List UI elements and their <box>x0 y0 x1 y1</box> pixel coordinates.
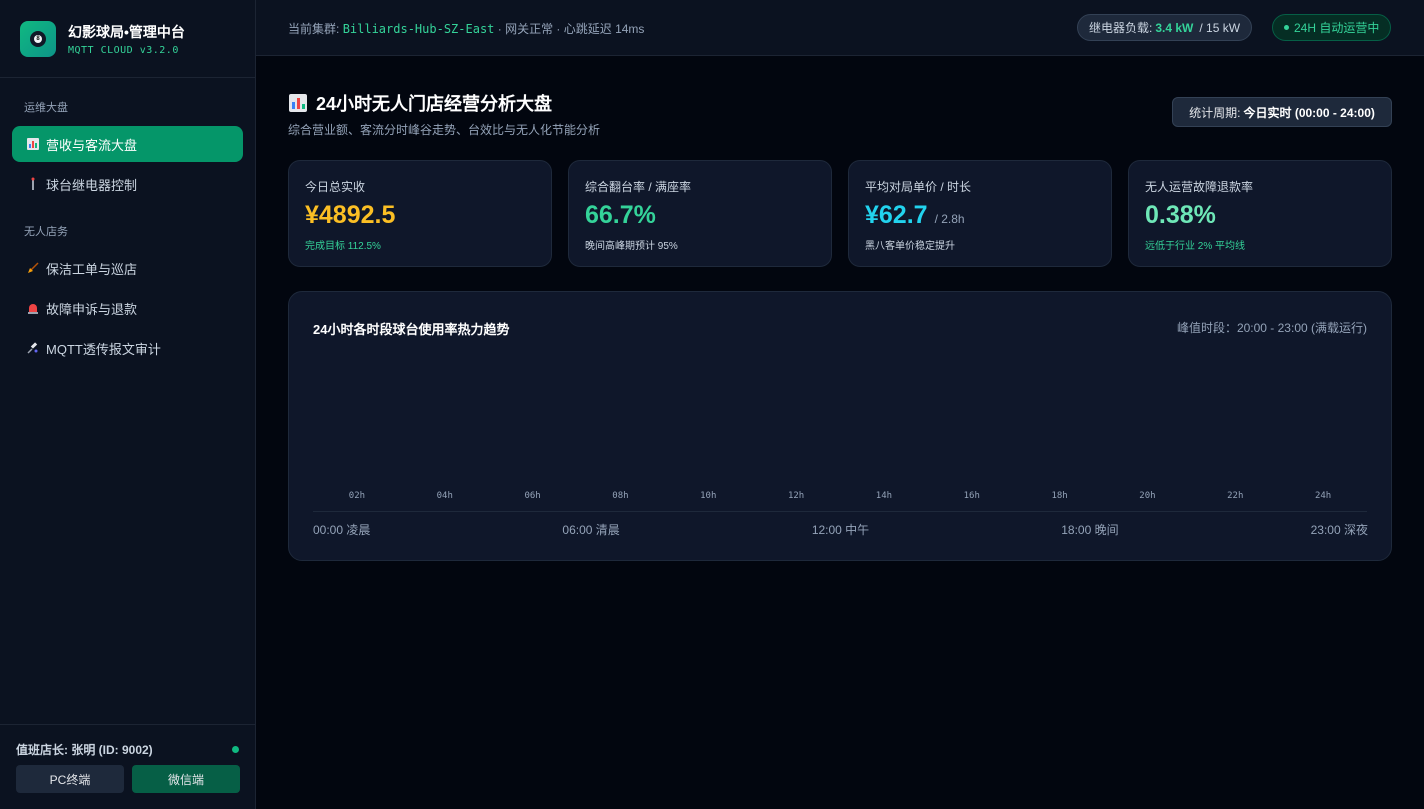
relay-load-capacity: / 15 kW <box>1199 20 1241 35</box>
period-label-item: 06:00 清晨 <box>562 523 620 537</box>
kpi-card-turnover: 综合翻台率 / 满座率 66.7% 晚间高峰期预计 95% <box>568 160 832 267</box>
peak-period: 峰值时段：20:00 - 23:00 (满载运行) <box>1176 321 1367 335</box>
period-label-item: 00:00 凌晨 <box>313 523 371 537</box>
period-label-item: 12:00 中午 <box>811 523 870 537</box>
hour-tick-label: 16h <box>963 491 980 501</box>
wechat-terminal-button[interactable]: 微信端 <box>132 765 240 793</box>
satellite-icon <box>26 342 40 354</box>
hour-tick-label: 02h <box>348 491 366 501</box>
hour-tick-label: 14h <box>875 491 893 501</box>
sidebar-item-fault[interactable]: 故障申诉与退款 <box>12 290 243 326</box>
period-labels: 00:00 凌晨 06:00 清晨 12:00 中午 18:00 晚间 23:0… <box>313 521 1368 538</box>
sidebar-item-label: 营收与客流大盘 <box>46 137 138 153</box>
sidebar-item-label: 球台继电器控制 <box>46 177 138 193</box>
kpi-label: 平均对局单价 / 时长 <box>865 180 972 194</box>
broom-icon <box>26 262 40 274</box>
kpi-card-refund-rate: 无人运营故障退款率 0.38% 远低于行业 2% 平均线 <box>1128 160 1392 267</box>
section-label-store: 无人店务 <box>24 226 68 238</box>
relay-load-label: 继电器负载: <box>1089 21 1153 35</box>
page-title: 24小时无人门店经营分析大盘 <box>289 90 552 116</box>
period-selector[interactable]: 统计周期: 今日实时 (00:00 - 24:00) <box>1172 97 1392 127</box>
kpi-label: 无人运营故障退款率 <box>1145 180 1254 194</box>
page-title-text: 24小时无人门店经营分析大盘 <box>316 94 553 114</box>
period-value: 今日实时 (00:00 - 24:00) <box>1243 105 1375 120</box>
kpi-value: 0.38% <box>1145 201 1216 229</box>
eight-ball-logo-icon: 8 <box>20 20 56 57</box>
sidebar-item-label: 保洁工单与巡店 <box>46 261 138 277</box>
sidebar-item-label: 故障申诉与退款 <box>46 301 138 317</box>
cluster-name: Billiards-Hub-SZ-East <box>342 22 495 36</box>
hour-tick-labels: 02h 04h 06h 08h 10h 12h 14h 16h 18h 20h 22h 24h <box>313 491 1367 503</box>
sidebar-item-cleaning[interactable]: 保洁工单与巡店 <box>12 250 243 286</box>
cluster-info: 当前集群: Billiards-Hub-SZ-East · 网关正常 · 心跳延… <box>288 20 644 37</box>
kpi-value: ¥4892.5 <box>305 201 396 229</box>
section-label-ops: 运维大盘 <box>24 102 68 114</box>
kpi-card-revenue: 今日总实收 ¥4892.5 完成目标 112.5% <box>288 160 552 267</box>
sidebar-item-relay[interactable]: 球台继电器控制 <box>12 166 243 202</box>
relay-load-value: 3.4 kW <box>1155 20 1194 35</box>
period-label-item: 23:00 深夜 <box>1310 523 1368 537</box>
auto-operation-label: 24H 自动运营中 <box>1294 21 1380 35</box>
bar-chart-icon <box>26 138 40 150</box>
sidebar-item-mqtt-audit[interactable]: MQTT透传报文审计 <box>12 330 243 366</box>
sidebar-item-revenue[interactable]: 营收与客流大盘 <box>12 126 243 162</box>
topbar: 当前集群: Billiards-Hub-SZ-East · 网关正常 · 心跳延… <box>256 0 1424 56</box>
period-label: 统计周期: <box>1189 105 1241 120</box>
brand-subtitle: MQTT CLOUD v3.2.0 <box>68 44 179 56</box>
kpi-label: 今日总实收 <box>305 180 366 194</box>
bar-chart-icon <box>289 94 307 112</box>
kpi-note: 晚间高峰期预计 95% <box>585 241 678 252</box>
kpi-label: 综合翻台率 / 满座率 <box>585 180 692 194</box>
sidebar: 8 幻影球局•管理中台 MQTT CLOUD v3.2.0 运维大盘 营收与客流… <box>0 0 256 809</box>
brand-title: 幻影球局•管理中台 <box>68 23 185 40</box>
brand: 8 幻影球局•管理中台 MQTT CLOUD v3.2.0 <box>0 0 255 78</box>
hour-tick-label: 24h <box>1314 491 1332 501</box>
sidebar-item-label: MQTT透传报文审计 <box>46 341 161 357</box>
hour-tick-label: 10h <box>700 491 717 501</box>
kpi-card-avg-price: 平均对局单价 / 时长 ¥62.7 / 2.8h 黑八客单价稳定提升 <box>848 160 1112 267</box>
usage-trend-panel: 24小时各时段球台使用率热力趋势 峰值时段：20:00 - 23:00 (满载运… <box>288 291 1392 561</box>
siren-icon <box>26 302 40 314</box>
cluster-status: · 网关正常 · 心跳延迟 14ms <box>497 22 645 36</box>
kpi-unit: / 2.8h <box>934 212 965 226</box>
period-label-item: 18:00 晚间 <box>1061 523 1119 537</box>
hour-tick-label: 18h <box>1051 491 1068 501</box>
kpi-note: 黑八客单价稳定提升 <box>865 241 955 252</box>
chart-title: 24小时各时段球台使用率热力趋势 <box>313 322 510 337</box>
chart-axis-line <box>313 511 1367 512</box>
usage-bar-chart <box>313 362 1367 502</box>
kpi-value: ¥62.7 <box>865 201 928 229</box>
hour-tick-label: 06h <box>524 491 541 501</box>
hour-tick-label: 08h <box>612 491 629 501</box>
hour-tick-label: 20h <box>1139 491 1156 501</box>
status-dot-icon <box>1284 25 1289 30</box>
hour-tick-label: 12h <box>787 491 805 501</box>
pc-terminal-button[interactable]: PC终端 <box>16 765 124 793</box>
cluster-prefix: 当前集群: <box>288 22 340 36</box>
hour-tick-label: 22h <box>1227 491 1244 501</box>
sidebar-footer: 值班店长: 张明 (ID: 9002) PC终端 微信端 <box>0 724 256 809</box>
kpi-note: 远低于行业 2% 平均线 <box>1145 241 1246 252</box>
kpi-note: 完成目标 112.5% <box>305 241 381 252</box>
kpi-value: 66.7% <box>585 201 656 229</box>
hour-tick-label: 04h <box>436 491 453 501</box>
online-status-dot <box>232 746 239 753</box>
auto-operation-badge: 24H 自动运营中 <box>1272 14 1392 41</box>
cue-stick-icon <box>26 177 40 191</box>
page-subtitle: 综合营业额、客流分时峰谷走势、台效比与无人化节能分析 <box>288 123 601 137</box>
shift-manager: 值班店长: 张明 (ID: 9002) <box>16 743 153 757</box>
relay-load-badge: 继电器负载: 3.4 kW / 15 kW <box>1077 14 1253 41</box>
